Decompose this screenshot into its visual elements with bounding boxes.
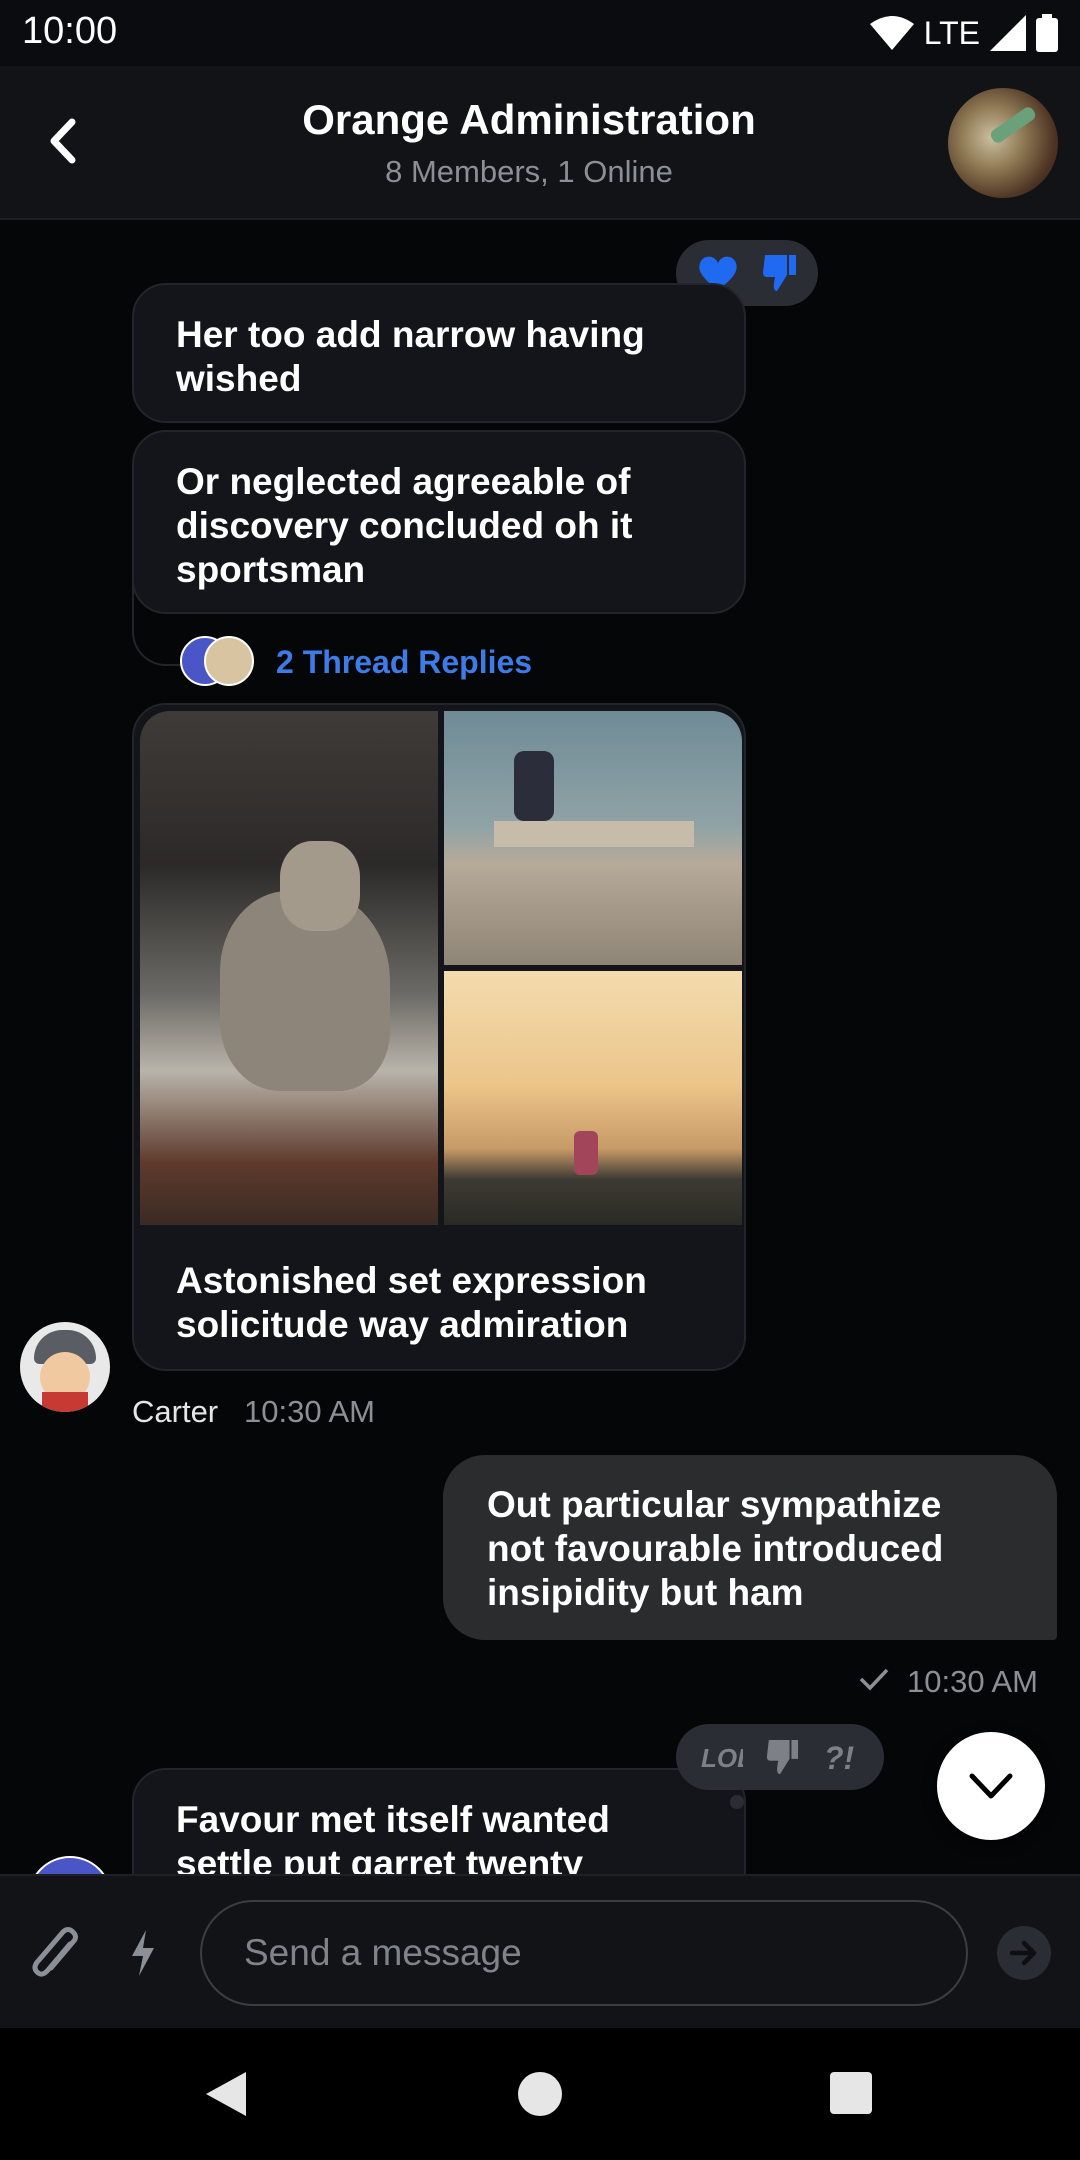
message-timestamp: 10:30 AM	[244, 1394, 375, 1429]
wow-icon[interactable]: ?!	[822, 1739, 862, 1775]
nav-home-icon[interactable]	[518, 2072, 562, 2116]
send-arrow-icon	[1009, 1940, 1037, 1966]
channel-avatar[interactable]	[948, 88, 1058, 198]
send-button[interactable]	[997, 1926, 1051, 1980]
thumbs-down-icon[interactable]	[761, 253, 797, 293]
sunset-runner-photo[interactable]	[444, 971, 742, 1225]
message-bubble[interactable]: Or neglected agreeable of discovery conc…	[132, 430, 746, 614]
message-text: Favour met itself wanted settle put garr…	[176, 1799, 610, 1874]
message-text: Out particular sympathize not favourable…	[487, 1484, 944, 1613]
message-bubble[interactable]: Her too add narrow having wished	[132, 283, 746, 423]
channel-title: Orange Administration	[302, 96, 756, 143]
sent-check-icon	[859, 1668, 889, 1691]
system-navigation-bar	[0, 2028, 1080, 2160]
thread-replies-link[interactable]: 2 Thread Replies	[276, 644, 532, 681]
status-icons: LTE	[869, 10, 1058, 56]
message-text: Astonished set expression solicitude way…	[176, 1260, 647, 1345]
attach-icon[interactable]	[30, 1924, 82, 1984]
message-bubble[interactable]: Favour met itself wanted settle put garr…	[132, 1768, 746, 1874]
svg-text:LOL: LOL	[701, 1743, 743, 1773]
message-text: Or neglected agreeable of discovery conc…	[176, 461, 633, 590]
message-text: Her too add narrow having wished	[176, 314, 645, 399]
nav-recents-icon[interactable]	[830, 2072, 872, 2114]
channel-member-count: 8 Members, 1 Online	[385, 154, 673, 189]
lightning-icon[interactable]	[128, 1928, 158, 1978]
message-timestamp: 10:30 AM	[907, 1664, 1038, 1699]
nav-back-icon[interactable]	[204, 2070, 248, 2118]
message-bubble[interactable]: Astonished set expression solicitude way…	[132, 703, 746, 1371]
status-bar: 10:00 LTE	[0, 0, 1080, 66]
chevron-down-icon	[969, 1773, 1013, 1799]
thumbs-down-icon[interactable]	[765, 1738, 799, 1776]
svg-text:?!: ?!	[824, 1740, 855, 1775]
scroll-to-bottom-button[interactable]	[937, 1732, 1045, 1840]
message-input[interactable]	[200, 1900, 968, 2006]
signal-icon	[990, 15, 1026, 51]
thread-participants	[180, 636, 256, 686]
avatar	[28, 1856, 112, 1874]
avatar	[204, 636, 254, 686]
status-time: 10:00	[22, 10, 118, 52]
lol-icon[interactable]: LOL	[699, 1739, 743, 1775]
own-message-bubble[interactable]: Out particular sympathize not favourable…	[443, 1455, 1057, 1640]
skateboarder-photo[interactable]	[444, 711, 742, 965]
channel-header: Orange Administration 8 Members, 1 Onlin…	[0, 66, 1080, 220]
reaction-tail	[730, 1795, 744, 1809]
message-list-clip: Favour met itself wanted settle put garr…	[0, 1700, 1080, 1874]
coyote-photo[interactable]	[140, 711, 438, 1225]
wifi-icon	[869, 16, 914, 50]
message-author: Carter	[132, 1394, 219, 1429]
battery-icon	[1036, 14, 1058, 52]
avatar[interactable]	[20, 1322, 110, 1412]
message-composer	[0, 1874, 1080, 2030]
network-label: LTE	[923, 14, 980, 51]
reaction-bar[interactable]: LOL ?!	[676, 1724, 884, 1790]
